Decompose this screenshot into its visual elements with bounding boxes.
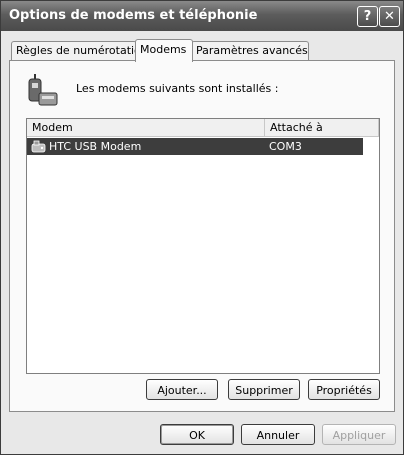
modem-list[interactable]: Modem Attaché à HTC USB Modem COM3: [26, 118, 380, 374]
ok-button[interactable]: OK: [160, 424, 234, 445]
modems-panel: Les modems suivants sont installés : Mod…: [9, 60, 395, 412]
phone-modem-icon: [28, 74, 58, 106]
properties-button[interactable]: Propriétés: [308, 379, 380, 400]
dialog-window: Options de modems et téléphonie ? ✕ Règl…: [0, 0, 404, 455]
title-bar[interactable]: Options de modems et téléphonie ? ✕: [1, 1, 403, 31]
modem-port: COM3: [269, 140, 302, 153]
cancel-button[interactable]: Annuler: [241, 424, 315, 445]
close-button[interactable]: ✕: [379, 6, 400, 27]
column-header-modem[interactable]: Modem: [27, 119, 265, 136]
list-header: Modem Attaché à: [27, 119, 379, 137]
tab-advanced[interactable]: Paramètres avancés: [191, 41, 309, 60]
tab-dialing-rules[interactable]: Règles de numérotation: [11, 41, 148, 60]
remove-button[interactable]: Supprimer: [228, 379, 300, 400]
column-header-port[interactable]: Attaché à: [265, 119, 379, 136]
intro-text: Les modems suivants sont installés :: [76, 82, 279, 95]
modem-icon: [31, 140, 46, 153]
tab-modems[interactable]: Modems: [135, 39, 193, 62]
window-title: Options de modems et téléphonie: [9, 8, 258, 23]
help-button[interactable]: ?: [357, 6, 378, 27]
add-button[interactable]: Ajouter...: [146, 379, 218, 400]
table-row[interactable]: HTC USB Modem COM3: [27, 138, 363, 155]
modem-name: HTC USB Modem: [49, 140, 142, 153]
apply-button[interactable]: Appliquer: [322, 424, 396, 445]
